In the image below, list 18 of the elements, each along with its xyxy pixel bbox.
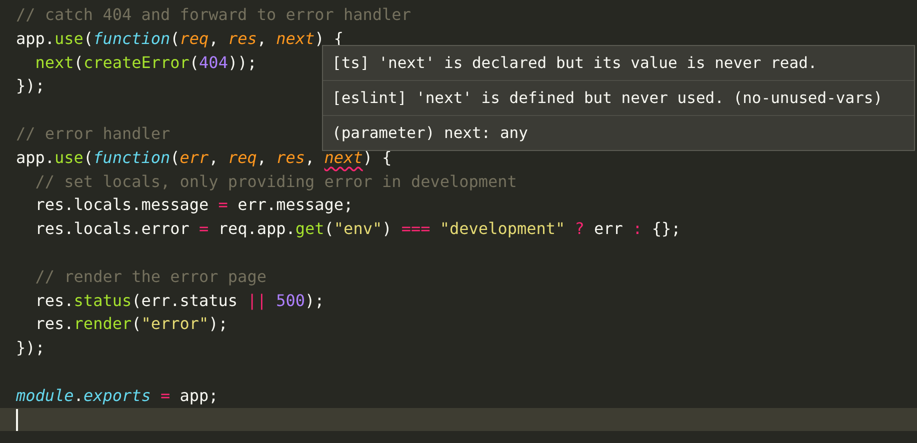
code-line: // set locals, only providing error in development — [34, 172, 517, 191]
code-editor[interactable] — [0, 0, 917, 443]
code-line: module.exports = app; — [16, 386, 218, 405]
text-cursor — [16, 409, 18, 432]
code-line: }); — [16, 76, 45, 96]
code-line: // error handler — [16, 124, 170, 143]
tooltip-message: (parameter) next: any — [323, 115, 914, 150]
code-line: app.use(function(err, req, res, next) { — [16, 148, 392, 167]
code-line: res.locals.error = req.app.get("env") === "development" ? err : {}; — [34, 219, 681, 238]
code-line: next(createError(404)); — [34, 52, 257, 72]
code-line: // catch 404 and forward to error handler — [16, 5, 411, 24]
code-line: res.render("error"); — [34, 314, 228, 334]
code-line: res.locals.message = err.message; — [34, 195, 354, 214]
tooltip-message: [eslint] 'next' is defined but never used. (no-unused-vars) — [323, 80, 914, 115]
code-line: res.status(err.status || 500); — [34, 290, 324, 310]
tooltip-message: [ts] 'next' is declared but its value is never read. — [331, 53, 818, 74]
code-line: // render the error page — [34, 266, 266, 286]
code-line: }); — [16, 338, 45, 358]
